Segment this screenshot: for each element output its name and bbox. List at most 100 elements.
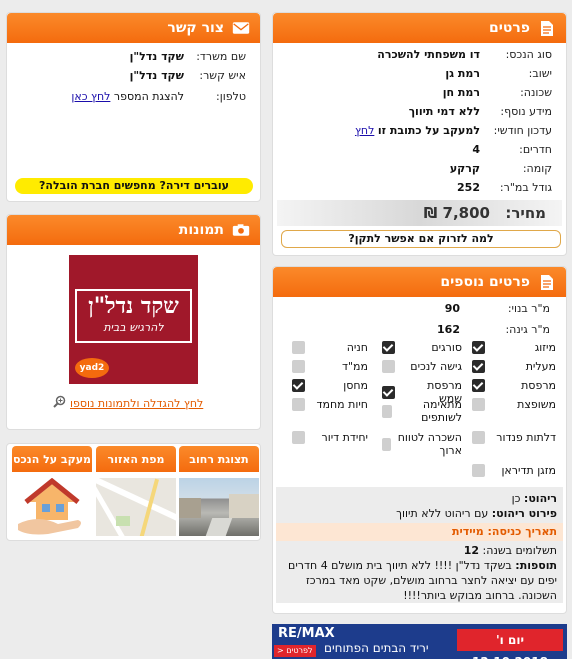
price-bar: מחיר: 7,800 ₪ bbox=[277, 200, 562, 226]
ad-date-badge: יום ו' 12.10.2018 bbox=[457, 629, 563, 659]
feature-label: סורגים bbox=[431, 341, 462, 354]
document-icon bbox=[538, 19, 556, 37]
feature-item: ממ"ד bbox=[292, 360, 368, 373]
detail-row-monthly-update: עדכון חודשי: למעקב על כתובת זו לחץ bbox=[283, 121, 552, 140]
feature-item: יחידת דיור bbox=[292, 431, 368, 444]
contact-header: צור קשר bbox=[7, 13, 260, 43]
feature-label: משופצת bbox=[517, 398, 556, 411]
checkbox-unchecked-icon bbox=[292, 360, 305, 373]
ad-cta-button[interactable]: לפרטים < bbox=[274, 645, 316, 657]
feature-item: מחסן bbox=[292, 379, 368, 392]
extras-row: תוספות: בשקד נדל"ן !!!! ללא תיווך בית מו… bbox=[288, 559, 557, 602]
checkbox-checked-icon bbox=[472, 379, 485, 392]
feature-item: חניה bbox=[292, 341, 368, 354]
feature-item: מיזוג bbox=[472, 341, 556, 354]
checkbox-checked-icon bbox=[292, 379, 305, 392]
yad2-badge: yad2 bbox=[75, 358, 109, 378]
feature-label: מתאימה לשותפים bbox=[421, 398, 462, 424]
feature-item: מתאימה לשותפים bbox=[382, 398, 462, 424]
ad-headline: יריד הבתים הפתוחים bbox=[324, 641, 429, 655]
checkbox-unchecked-icon bbox=[292, 341, 305, 354]
contact-person-row: איש קשר: שקד נדל"ן bbox=[129, 69, 246, 82]
enlarge-photos-link[interactable]: לחץ להגדלה ולתמונות נוספו bbox=[70, 397, 203, 410]
feature-item: גישה לנכים bbox=[382, 360, 462, 373]
house-hand-thumbnail bbox=[12, 477, 92, 536]
feature-label: מרפסת bbox=[521, 379, 556, 392]
contact-phone-row: טלפון: להצגת המספר לחץ כאן bbox=[15, 87, 246, 106]
detail-row-info: מידע נוסף: ללא דמי תיווך bbox=[408, 105, 552, 118]
furniture-row: ריהוט: כן bbox=[511, 492, 557, 505]
show-phone-link[interactable]: לחץ כאן bbox=[71, 87, 110, 106]
furniture-block: ריהוט: כן פירוט ריהוט: עם ריהוט ללא תיוו… bbox=[276, 487, 563, 603]
feature-label: דלתות פנדור bbox=[496, 431, 556, 444]
photos-panel: תמונות שקד נדל"ן להרגיש בבית yad2 לחץ לה… bbox=[6, 214, 261, 430]
feature-item: משופצת bbox=[472, 398, 556, 411]
checkbox-unchecked-icon bbox=[472, 464, 485, 477]
feature-item: מעלית bbox=[472, 360, 556, 373]
details-panel: פרטים סוג הנכס: דו משפחתי להשכרה ישוב: רמת… bbox=[272, 12, 567, 256]
details-title: פרטים bbox=[488, 20, 530, 36]
tab-area-map[interactable]: מפת האזור bbox=[96, 446, 176, 536]
more-details-header: פרטים נוספים bbox=[273, 267, 566, 297]
price-value: 7,800 ₪ bbox=[423, 204, 490, 222]
listing-page: פרטים סוג הנכס: דו משפחתי להשכרה ישוב: רמת… bbox=[0, 0, 572, 659]
feature-label: השכרה לטווח ארוך bbox=[397, 431, 462, 457]
checkbox-unchecked-icon bbox=[472, 431, 485, 444]
checkbox-unchecked-icon bbox=[382, 404, 392, 418]
detail-row-rooms: חדרים: 4 bbox=[472, 143, 552, 156]
remax-ad-banner[interactable]: יום ו' 12.10.2018 RE/MAX יריד הבתים הפתו… bbox=[272, 624, 567, 659]
details-header: פרטים bbox=[273, 13, 566, 43]
feature-label: ממ"ד bbox=[341, 360, 368, 373]
checkbox-unchecked-icon bbox=[382, 360, 395, 373]
feature-item: מזגן תדיראן bbox=[472, 464, 556, 477]
garden-area-row: מ"ר גינה: 162 bbox=[437, 323, 550, 336]
checkbox-unchecked-icon bbox=[472, 398, 485, 411]
checkbox-checked-icon bbox=[472, 341, 485, 354]
feature-item: דלתות פנדור bbox=[472, 431, 556, 444]
feature-label: חיות מחמד bbox=[316, 398, 368, 411]
detail-row-neighborhood: שכונה: רמת חן bbox=[442, 86, 552, 99]
entry-date-row: תאריך כניסה: מיידית bbox=[276, 523, 563, 541]
detail-row-size: גודל במ"ר: 252 bbox=[457, 181, 552, 194]
feature-label: מזגן תדיראן bbox=[501, 464, 556, 477]
feature-item: מרפסת bbox=[472, 379, 556, 392]
enlarge-row: לחץ להגדלה ולתמונות נוספו bbox=[53, 395, 203, 411]
checkbox-checked-icon bbox=[472, 360, 485, 373]
checkbox-checked-icon bbox=[382, 341, 395, 354]
document-icon bbox=[538, 273, 556, 291]
envelope-icon bbox=[232, 19, 250, 37]
logo-subtitle: להרגיש בבית bbox=[103, 321, 164, 334]
tabs-panel: תצוגת רחוב מפת האזור מעקב על הנכס bbox=[6, 443, 261, 541]
contact-office-row: שם משרד: שקד נדל"ן bbox=[129, 50, 246, 63]
built-area-row: מ"ר בנוי: 90 bbox=[444, 302, 550, 315]
furniture-details-row: פירוט ריהוט: עם ריהוט ללא תיווך bbox=[396, 507, 557, 520]
contact-title: צור קשר bbox=[167, 20, 224, 36]
detail-row-floor: קומה: קרקע bbox=[449, 162, 552, 175]
detail-row-city: ישוב: רמת גן bbox=[445, 67, 552, 80]
more-details-title: פרטים נוספים bbox=[440, 274, 530, 290]
detail-row-type: סוג הנכס: דו משפחתי להשכרה bbox=[377, 48, 552, 61]
feature-label: גישה לנכים bbox=[410, 360, 462, 373]
feature-label: חניה bbox=[346, 341, 368, 354]
logo-text: שקד נדל"ן bbox=[88, 293, 179, 319]
ad-brand: RE/MAX bbox=[278, 626, 335, 641]
tab-track-property[interactable]: מעקב על הנכס bbox=[12, 446, 92, 536]
feature-item: סורגים bbox=[382, 341, 462, 354]
feature-label: מעלית bbox=[525, 360, 556, 373]
more-details-panel: פרטים נוספים מ"ר בנוי: 90 מ"ר גינה: 162 מי… bbox=[272, 266, 567, 614]
feature-item: השכרה לטווח ארוך bbox=[382, 431, 462, 457]
zoom-icon bbox=[53, 395, 66, 411]
checkbox-unchecked-icon bbox=[292, 431, 305, 444]
street-view-thumbnail bbox=[179, 478, 259, 536]
feature-label: יחידת דיור bbox=[321, 431, 368, 444]
checkbox-checked-icon bbox=[382, 385, 395, 399]
feature-label: מחסן bbox=[343, 379, 368, 392]
moving-company-banner[interactable]: עוברים דירה? מחפשים חברת הובלה? bbox=[15, 178, 253, 194]
tab-street-view[interactable]: תצוגת רחוב bbox=[179, 446, 259, 536]
checkbox-unchecked-icon bbox=[292, 398, 305, 411]
feature-item: חיות מחמד bbox=[292, 398, 368, 411]
loan-button[interactable]: למה לזרוק אם אפשר לתקן? bbox=[281, 230, 561, 248]
agency-logo-image[interactable]: שקד נדל"ן להרגיש בבית yad2 bbox=[69, 255, 198, 384]
payments-row: תשלומים בשנה: 12 bbox=[463, 544, 557, 557]
follow-address-link[interactable]: לחץ bbox=[355, 121, 374, 140]
